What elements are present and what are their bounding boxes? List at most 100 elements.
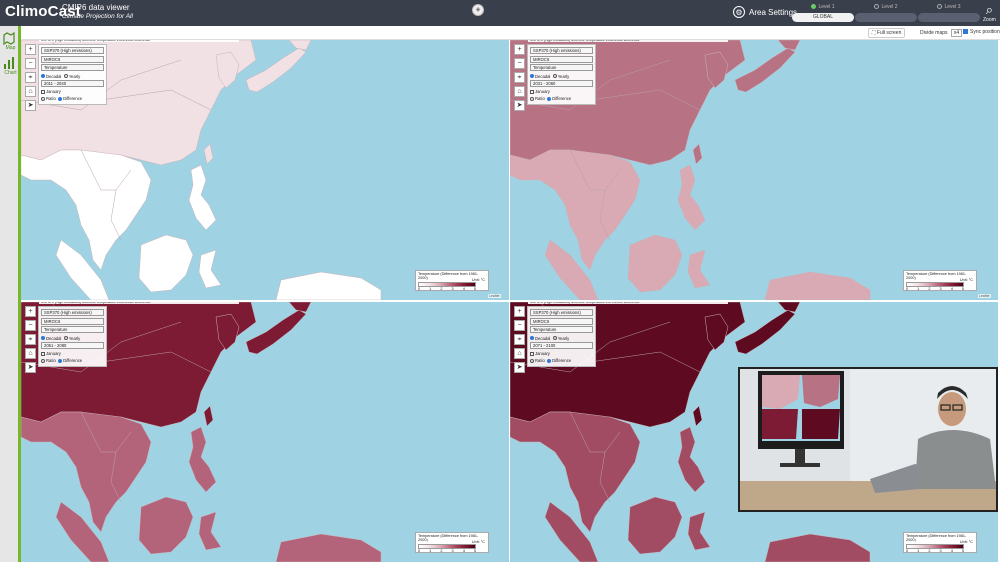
model-select[interactable]: MIROC6 <box>530 55 593 63</box>
sidebar-item-chart[interactable]: Chart <box>2 56 19 76</box>
radio-difference[interactable] <box>58 358 63 363</box>
radio-yearly[interactable] <box>63 336 68 341</box>
pointer-icon[interactable]: ➤ <box>25 362 36 373</box>
temporal-radio-group: Decadal Yearly <box>530 335 593 342</box>
month-select[interactable]: January <box>535 89 550 94</box>
zoom-in-button[interactable]: + <box>25 306 36 317</box>
radio-decadal[interactable] <box>530 336 534 341</box>
variable-select[interactable]: Temperature <box>41 326 104 333</box>
level-3-select[interactable]: Level 3 <box>918 4 980 22</box>
radio-yearly[interactable] <box>552 74 557 79</box>
radio-difference[interactable] <box>547 96 552 101</box>
sync-position-checkbox[interactable]: Sync position <box>963 29 1000 35</box>
radio-yearly[interactable] <box>552 336 557 341</box>
model-select[interactable]: MIROC6 <box>41 55 104 63</box>
zoom-out-button[interactable]: − <box>514 58 525 69</box>
period-select[interactable]: 2071 - 2100 <box>530 341 593 349</box>
scenario-select[interactable]: SSP370 (High emissions) <box>41 309 104 316</box>
gear-icon: ⚙ <box>733 6 745 18</box>
month-checkbox[interactable] <box>41 89 45 94</box>
layers-icon[interactable]: ◈ <box>472 4 484 16</box>
pointer-icon[interactable]: ➤ <box>25 100 36 111</box>
area-settings-button[interactable]: ⚙ Area Settings <box>733 6 797 18</box>
home-icon[interactable]: ⌂ <box>25 86 36 97</box>
home-icon[interactable]: ⌂ <box>514 86 525 97</box>
level-1-select[interactable]: Level 1 GLOBAL <box>792 4 854 22</box>
month-select[interactable]: January <box>46 89 61 94</box>
month-checkbox[interactable] <box>530 351 534 356</box>
divide-maps-select[interactable]: x4 <box>950 29 963 37</box>
land-japan <box>734 47 796 93</box>
radio-ratio[interactable] <box>530 358 534 363</box>
temporal-radio-group: Decadal Yearly <box>530 73 593 80</box>
radio-yearly[interactable] <box>63 74 68 79</box>
variable-select[interactable]: Temperature <box>530 64 593 71</box>
radio-difference[interactable] <box>58 96 63 101</box>
land-indochina <box>21 411 152 533</box>
zoom-in-button[interactable]: + <box>514 44 525 55</box>
scenario-select[interactable]: SSP370 (High emissions) <box>530 47 593 54</box>
app-title: CMIP6 data viewer Climate Projection for… <box>62 3 133 21</box>
radio-decadal-label: Decadal <box>46 335 62 341</box>
zoom-out-button[interactable]: − <box>25 58 36 69</box>
land-borneo <box>627 234 683 293</box>
map-settings-box: SSP370 (High emissions) MIROC6 Temperatu… <box>38 302 239 367</box>
radio-decadal[interactable] <box>530 74 534 79</box>
land-borneo <box>138 234 194 293</box>
scenario-select[interactable]: SSP370 (High emissions) <box>41 47 104 54</box>
legend-tick: 2 <box>440 287 443 291</box>
radio-yearly-label: Yearly <box>68 73 81 79</box>
radio-decadal-label: Decadal <box>535 335 551 341</box>
radio-ratio[interactable] <box>41 358 45 363</box>
month-select[interactable]: January <box>535 351 550 356</box>
level-3-label: Level 3 <box>944 4 961 10</box>
zoom-out-button[interactable]: − <box>25 320 36 331</box>
leaflet-attribution[interactable]: Leaflet <box>978 294 991 298</box>
pointer-icon[interactable]: ➤ <box>514 362 525 373</box>
sidebar-item-map[interactable]: Map <box>2 31 19 51</box>
radio-difference-label: Difference <box>63 96 83 101</box>
variable-select[interactable]: Temperature <box>530 326 593 333</box>
divide-maps-control[interactable]: Divide maps x4 <box>920 29 963 37</box>
map-zoom-controls: + − ⌖ ⌂ ➤ <box>25 44 36 111</box>
land-japan-north <box>777 40 801 51</box>
radio-decadal[interactable] <box>41 336 45 341</box>
locate-icon[interactable]: ⌖ <box>514 334 525 345</box>
month-checkbox[interactable] <box>41 351 45 356</box>
pointer-icon[interactable]: ➤ <box>514 100 525 111</box>
locate-icon[interactable]: ⌖ <box>25 334 36 345</box>
period-select[interactable]: 2051 - 2080 <box>41 341 104 349</box>
month-checkbox[interactable] <box>530 89 534 94</box>
level-2-select[interactable]: Level 2 <box>855 4 917 22</box>
model-select[interactable]: MIROC6 <box>41 317 104 325</box>
home-icon[interactable]: ⌂ <box>25 348 36 359</box>
scenario-select[interactable]: SSP370 (High emissions) <box>530 309 593 316</box>
level-1-value: GLOBAL <box>792 13 854 22</box>
legend-tick: 0 <box>906 549 909 553</box>
mode-radio-group: Ratio Difference <box>530 95 593 102</box>
fullscreen-button[interactable]: ⛶ Full screen <box>868 28 906 38</box>
land-indochina <box>510 411 641 533</box>
leaflet-attribution[interactable]: Leaflet <box>488 294 501 298</box>
map-zoom-controls: + − ⌖ ⌂ ➤ <box>25 306 36 373</box>
locate-icon[interactable]: ⌖ <box>514 72 525 83</box>
radio-ratio[interactable] <box>530 96 534 101</box>
model-select[interactable]: MIROC6 <box>530 317 593 325</box>
radio-decadal[interactable] <box>41 74 45 79</box>
zoom-in-button[interactable]: + <box>25 44 36 55</box>
zoom-button[interactable]: ⌕ Zoom <box>983 3 996 24</box>
locate-icon[interactable]: ⌖ <box>25 72 36 83</box>
zoom-out-button[interactable]: − <box>514 320 525 331</box>
month-select[interactable]: January <box>46 351 61 356</box>
zoom-in-button[interactable]: + <box>514 306 525 317</box>
variable-select[interactable]: Temperature <box>41 64 104 71</box>
period-select[interactable]: 2011 - 2040 <box>41 79 104 87</box>
home-icon[interactable]: ⌂ <box>514 348 525 359</box>
radio-ratio[interactable] <box>41 96 45 101</box>
presenter-webcam-overlay <box>738 367 998 512</box>
app-subtitle: Climate Projection for All <box>62 13 133 20</box>
radio-difference[interactable] <box>547 358 552 363</box>
land-taiwan <box>692 405 703 427</box>
legend-tick: 2 <box>928 549 931 553</box>
period-select[interactable]: 2031 - 2060 <box>530 79 593 87</box>
